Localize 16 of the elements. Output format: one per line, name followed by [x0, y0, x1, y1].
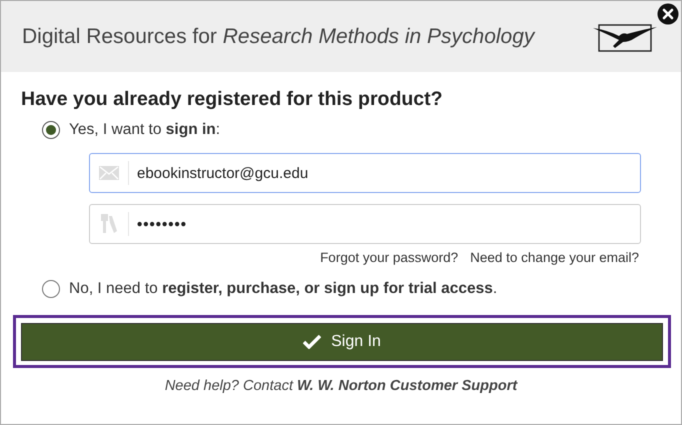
question-heading: Have you already registered for this product? [21, 88, 444, 111]
email-field[interactable]: ebookinstructor@gcu.edu [89, 153, 641, 193]
close-icon[interactable] [657, 3, 679, 25]
option-label: No, I need to register, purchase, or sign up for trial access. [69, 280, 498, 298]
dialog-title: Digital Resources for Research Methods in Psychology [22, 24, 534, 48]
help-text: Need help? Contact W. W. Norton Customer Support [164, 378, 519, 394]
help-link[interactable]: Need to change your email? [470, 250, 639, 265]
help-link[interactable]: Forgot your password? [320, 250, 458, 265]
radio-button[interactable] [42, 121, 60, 139]
bird-logo-icon [593, 22, 657, 52]
password-field[interactable]: •••••••• [89, 204, 641, 244]
sign-in-button[interactable]: Sign In [21, 323, 663, 361]
option-label: Yes, I want to sign in: [69, 121, 220, 139]
radio-button[interactable] [42, 280, 60, 298]
envelope-icon [99, 166, 119, 180]
checkmark-icon [303, 335, 322, 349]
